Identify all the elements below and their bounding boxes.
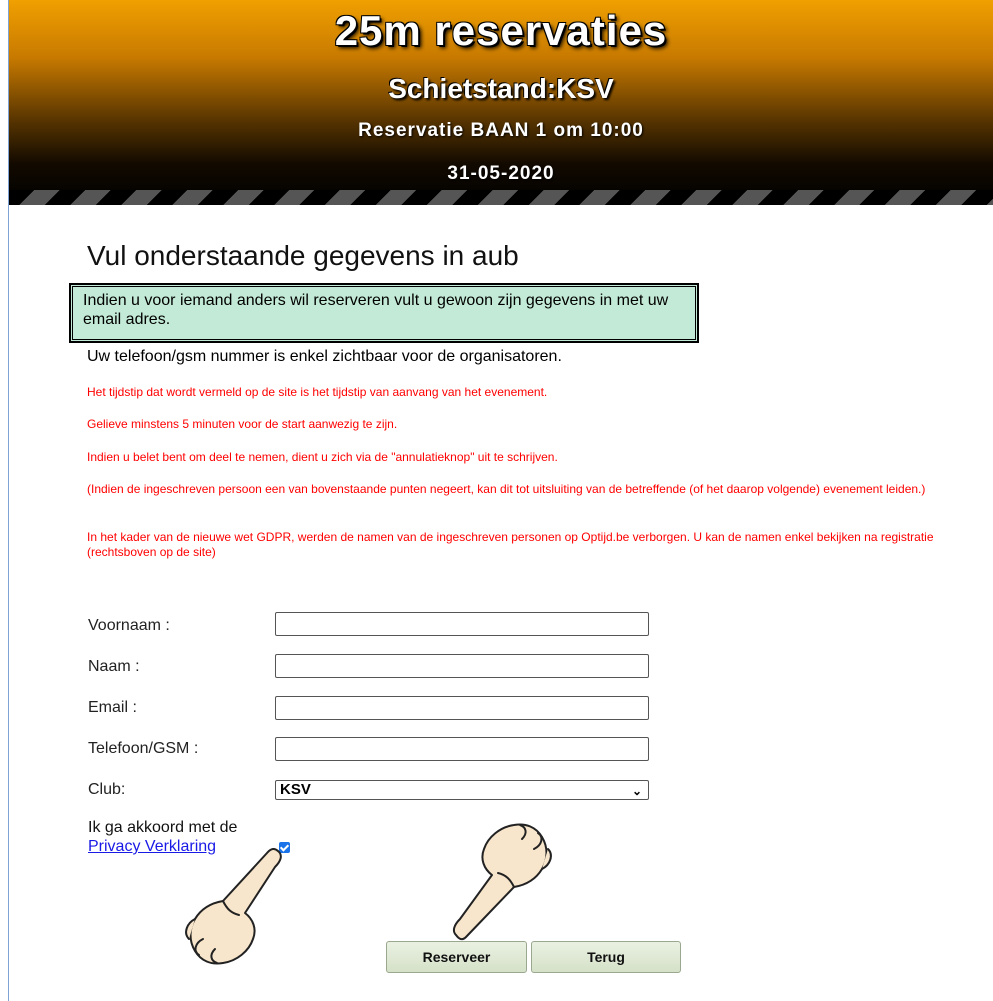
form-heading: Vul onderstaande gegevens in aub [87, 240, 519, 271]
lastname-input[interactable] [275, 654, 649, 678]
reservation-date: 31-05-2020 [447, 163, 555, 184]
rule-cancel: Indien u belet bent om deel te nemen, di… [87, 450, 558, 464]
lastname-label: Naam : [88, 658, 140, 675]
hand-pointer-icon [452, 823, 552, 941]
rule-gdpr: In het kader van de nieuwe wet GDPR, wer… [87, 530, 934, 559]
rule-arrive-early: Gelieve minstens 5 minuten voor de start… [87, 417, 398, 431]
rule-exclusion: (Indien de ingeschreven persoon een van … [87, 482, 926, 496]
rule-start-time: Het tijdstip dat wordt vermeld op de sit… [87, 385, 548, 399]
page-title: 25m reservaties [334, 7, 668, 54]
club-label: Club: [88, 781, 126, 798]
back-button[interactable]: Terug [531, 941, 681, 973]
club-select-value: KSV [280, 781, 311, 798]
hand-pointer-icon [185, 847, 282, 965]
firstname-input[interactable] [275, 612, 649, 636]
email-label: Email : [88, 699, 137, 716]
email-input[interactable] [275, 696, 649, 720]
phone-label: Telefoon/GSM : [88, 740, 199, 757]
header-stripe [9, 190, 993, 205]
club-select[interactable]: KSV ⌄ [275, 780, 649, 800]
reserve-button[interactable]: Reserveer [386, 941, 527, 973]
phone-note: Uw telefoon/gsm nummer is enkel zichtbaa… [87, 348, 562, 365]
range-name: Schietstand:KSV [388, 73, 614, 104]
notice-box: Indien u voor iemand anders wil reserver… [69, 283, 699, 343]
chevron-down-icon: ⌄ [631, 784, 642, 798]
firstname-label: Voornaam : [88, 617, 170, 634]
agree-text: Ik ga akkoord met de [88, 819, 238, 836]
phone-input[interactable] [275, 737, 649, 761]
reservation-info: Reservatie BAAN 1 om 10:00 [358, 120, 644, 141]
